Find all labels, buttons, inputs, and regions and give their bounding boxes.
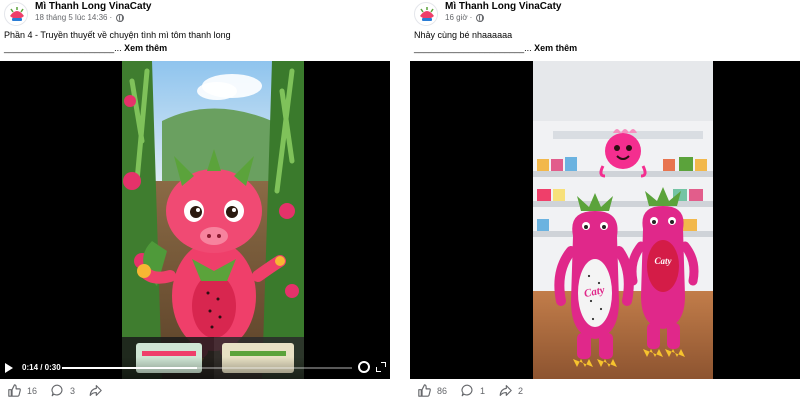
mascot-caty-text: Caty [655,256,673,266]
video-controls: 0:14 / 0:30 [0,357,390,379]
share-count: 2 [518,385,524,396]
comment-icon [51,384,63,397]
comment-icon [461,384,473,397]
post-actions: 16 3 [0,381,390,400]
post-header: Mì Thanh Long VinaCaty 16 giờ · [410,0,800,28]
like-icon [8,384,21,397]
post-1: Mì Thanh Long VinaCaty 18 tháng 5 lúc 14… [0,0,390,400]
comment-button[interactable]: 3 [51,384,75,397]
video-frame-mascots: Caty Caty [533,61,713,379]
post-header: Mì Thanh Long VinaCaty 18 tháng 5 lúc 14… [0,0,390,28]
share-button[interactable] [89,384,102,397]
comment-count: 1 [480,385,486,396]
caption-text: Nhảy cùng bé nhaaaaaa [414,30,513,40]
like-icon [418,384,431,397]
like-count: 16 [27,385,38,396]
like-button[interactable]: 16 [8,384,37,397]
caption-continuation: ______________________... Xem thêm [414,43,577,53]
post-meta: 16 giờ · [445,13,485,22]
comment-button[interactable]: 1 [461,384,485,397]
fullscreen-icon[interactable] [376,362,386,372]
post-actions: 86 1 2 [410,381,800,400]
caption-underline: ______________________... [4,43,122,53]
caption-continuation: ______________________... Xem thêm [4,43,167,53]
page-name[interactable]: Mì Thanh Long VinaCaty [445,1,561,12]
video-time: 0:14 / 0:30 [22,363,61,372]
video-player[interactable]: Caty Caty [410,61,800,379]
share-icon [89,385,102,396]
page-name[interactable]: Mì Thanh Long VinaCaty [35,1,151,12]
timestamp[interactable]: 16 giờ [445,13,468,22]
like-count: 86 [437,385,448,396]
see-more-link[interactable]: Xem thêm [124,43,167,53]
share-icon [499,385,512,396]
video-frame-dragon [122,61,304,379]
timestamp[interactable]: 18 tháng 5 lúc 14:36 [35,13,108,22]
globe-icon [116,13,125,22]
video-player[interactable]: 0:14 / 0:30 [0,61,390,379]
video-progress-bar[interactable] [62,367,352,369]
page-avatar[interactable] [414,2,438,26]
globe-icon [476,13,485,22]
post-meta: 18 tháng 5 lúc 14:36 · [35,13,125,22]
video-progress-fill [62,367,198,369]
share-button[interactable]: 2 [499,384,523,397]
caption-text: Phần 4 - Truyền thuyết về chuyện tình mì… [4,30,231,40]
caption-underline: ______________________... [414,43,532,53]
like-button[interactable]: 86 [418,384,447,397]
feed-gutter [390,0,410,400]
post-2: Mì Thanh Long VinaCaty 16 giờ · Nhảy cùn… [410,0,800,400]
page-avatar[interactable] [4,2,28,26]
see-more-link[interactable]: Xem thêm [534,43,577,53]
comment-count: 3 [70,385,76,396]
settings-icon[interactable] [358,361,370,373]
play-icon[interactable] [5,363,13,373]
